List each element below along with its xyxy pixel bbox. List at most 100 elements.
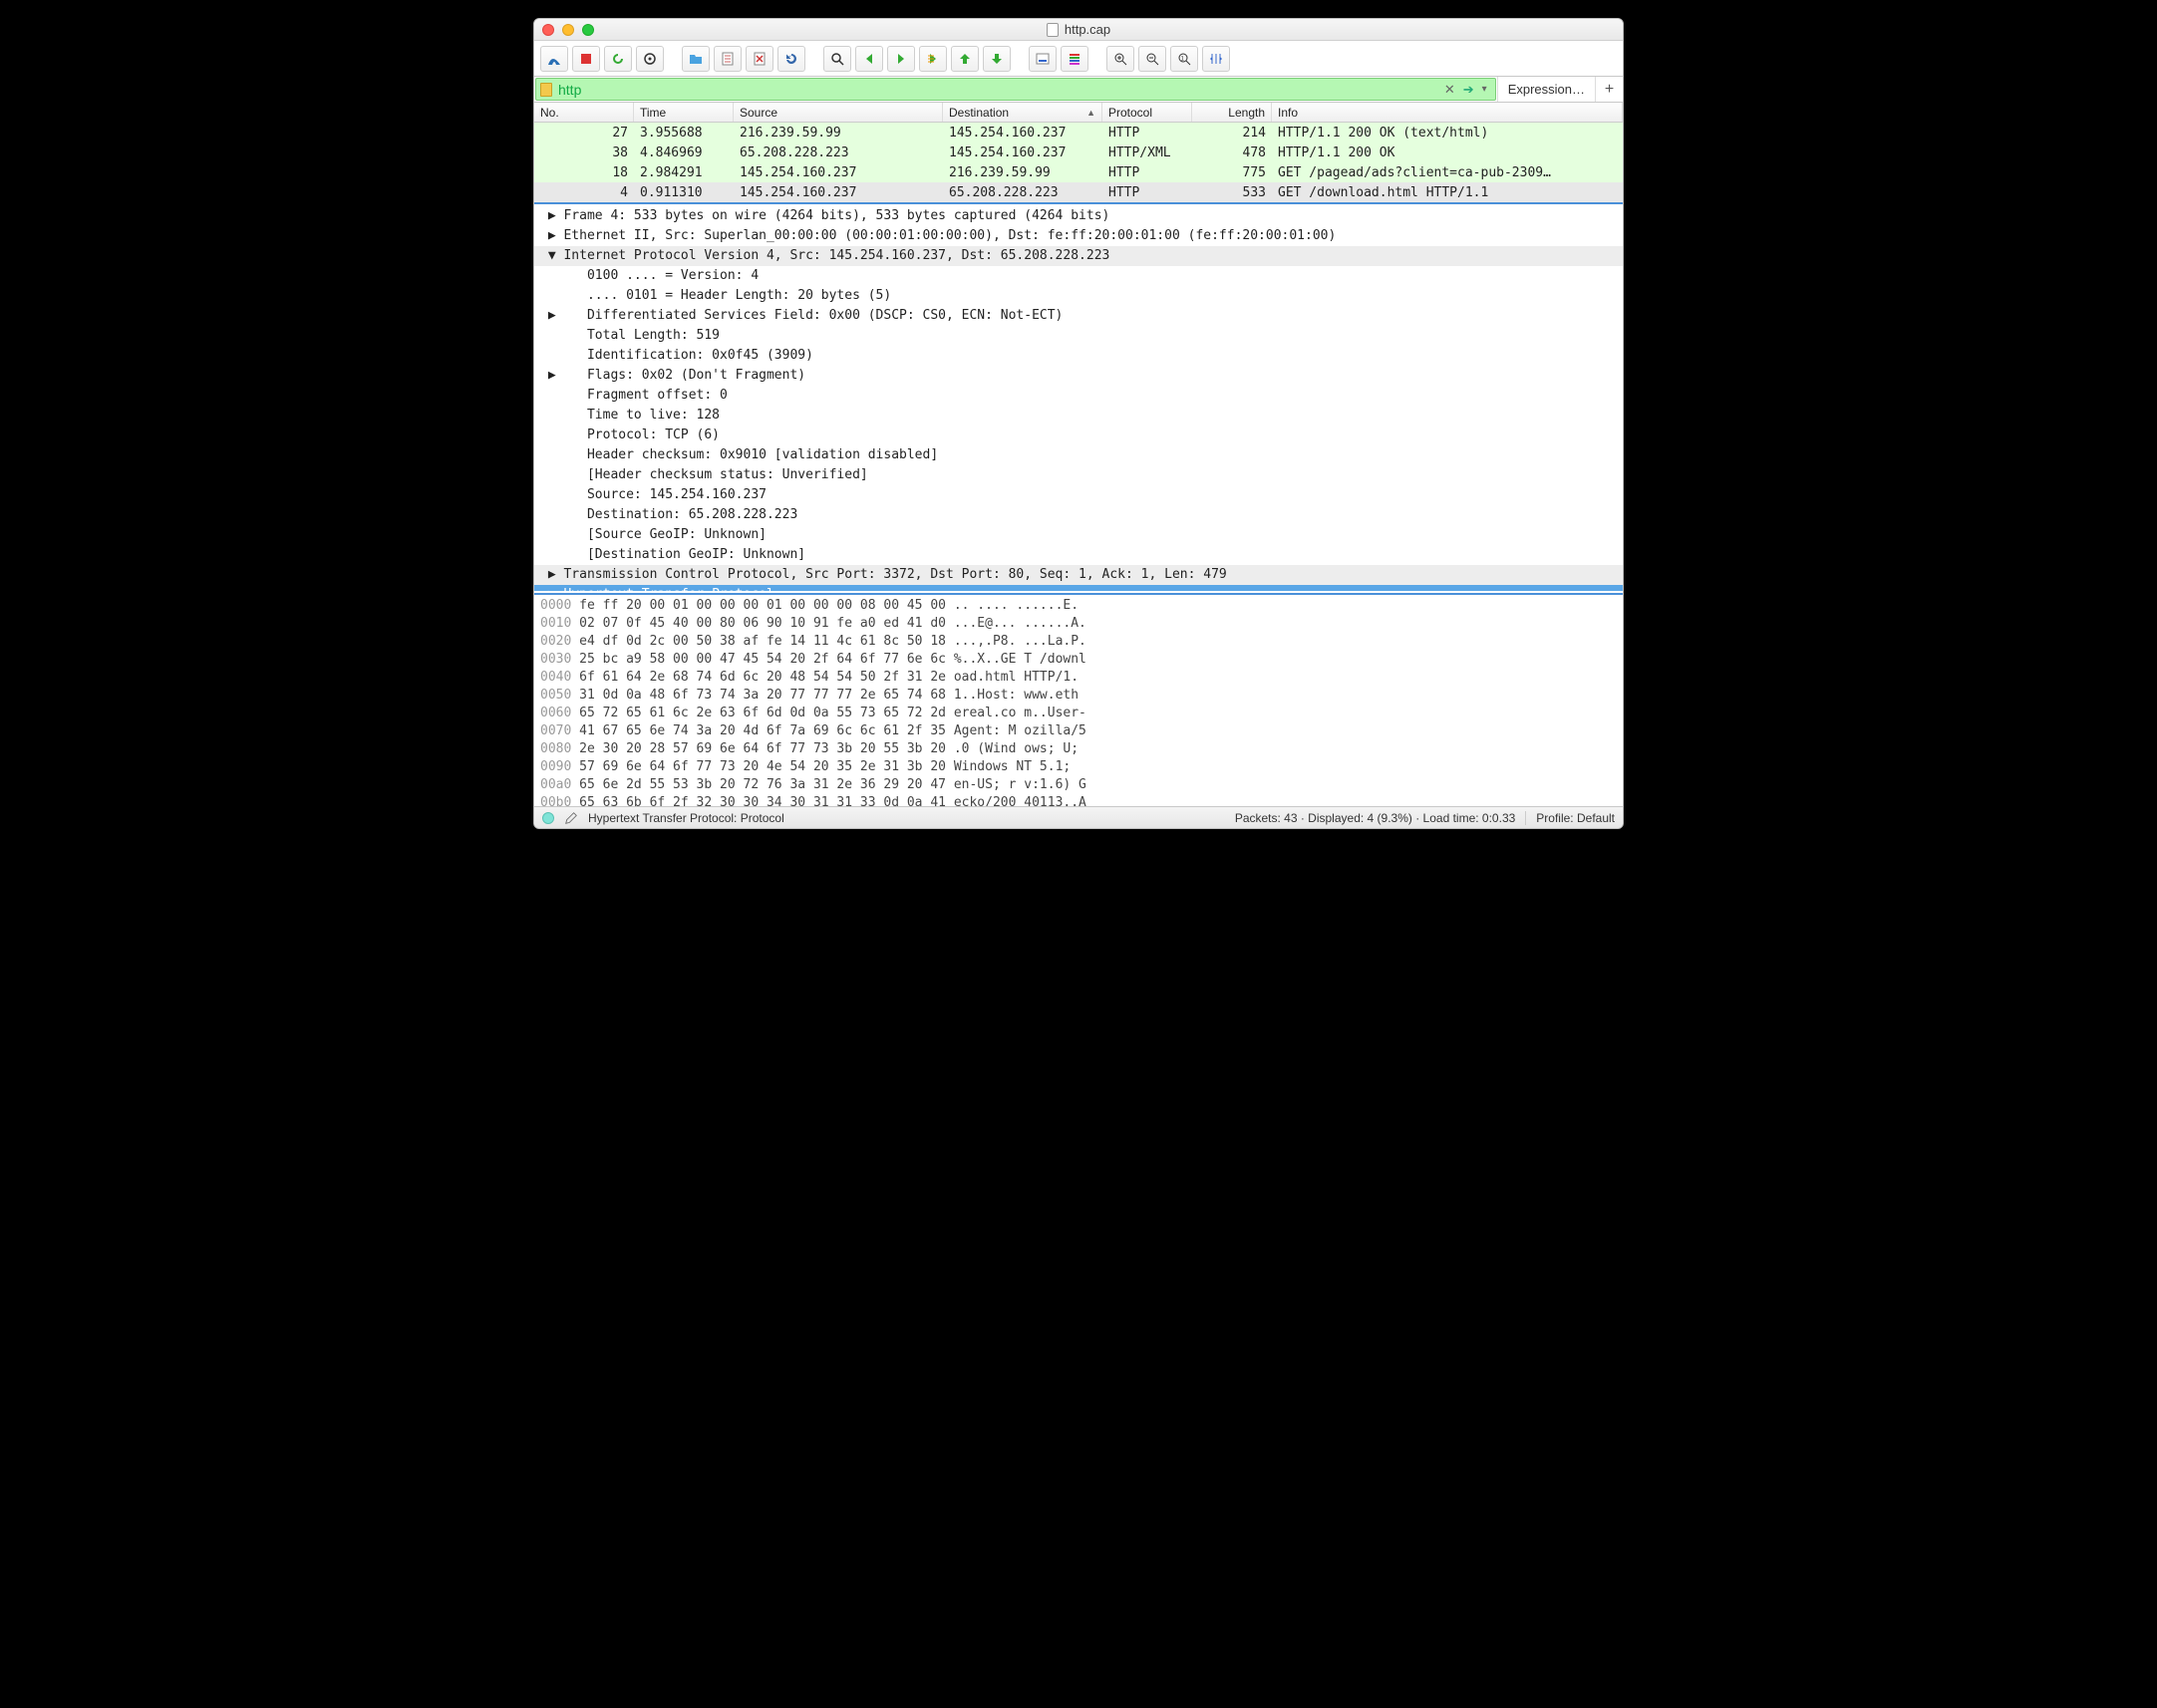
detail-row[interactable]: Identification: 0x0f45 (3909) <box>534 346 1623 366</box>
zoom-in-button[interactable] <box>1106 46 1134 72</box>
recent-filters-icon[interactable]: ▾ <box>1478 84 1491 95</box>
add-filter-button[interactable]: + <box>1595 77 1623 102</box>
auto-scroll-button[interactable] <box>1029 46 1057 72</box>
detail-row[interactable]: [Source GeoIP: Unknown] <box>534 525 1623 545</box>
packet-row[interactable]: 40.911310145.254.160.23765.208.228.223HT… <box>534 182 1623 202</box>
cell-info: GET /download.html HTTP/1.1 <box>1272 185 1623 200</box>
expression-button[interactable]: Expression… <box>1497 77 1595 102</box>
save-file-button[interactable] <box>714 46 742 72</box>
detail-row[interactable]: ▶ Hypertext Transfer Protocol <box>534 585 1623 591</box>
cell-source: 145.254.160.237 <box>734 185 943 200</box>
document-icon <box>1047 23 1059 37</box>
detail-row[interactable]: ▶ Differentiated Services Field: 0x00 (D… <box>534 306 1623 326</box>
bytes-row[interactable]: 0090 57 69 6e 64 6f 77 73 20 4e 54 20 35… <box>540 758 1617 776</box>
cell-destination: 145.254.160.237 <box>943 145 1102 160</box>
bytes-row[interactable]: 0050 31 0d 0a 48 6f 73 74 3a 20 77 77 77… <box>540 687 1617 705</box>
column-protocol[interactable]: Protocol <box>1102 103 1192 122</box>
cell-no: 27 <box>534 126 634 141</box>
wireshark-window: http.cap 1 ✕ ➔ ▾ <box>533 18 1624 829</box>
detail-row[interactable]: Fragment offset: 0 <box>534 386 1623 406</box>
stop-capture-button[interactable] <box>572 46 600 72</box>
packet-row[interactable]: 182.984291145.254.160.237216.239.59.99HT… <box>534 162 1623 182</box>
column-info[interactable]: Info <box>1272 103 1623 122</box>
detail-row[interactable]: [Header checksum status: Unverified] <box>534 465 1623 485</box>
cell-protocol: HTTP <box>1102 185 1192 200</box>
cell-time: 0.911310 <box>634 185 734 200</box>
go-next-button[interactable] <box>887 46 915 72</box>
find-button[interactable] <box>823 46 851 72</box>
detail-row[interactable]: Time to live: 128 <box>534 406 1623 426</box>
packet-bytes-pane[interactable]: 0000 fe ff 20 00 01 00 00 00 01 00 00 00… <box>534 593 1623 806</box>
zoom-out-button[interactable] <box>1138 46 1166 72</box>
shark-fin-icon[interactable] <box>540 46 568 72</box>
column-no[interactable]: No. <box>534 103 634 122</box>
bytes-row[interactable]: 0020 e4 df 0d 2c 00 50 38 af fe 14 11 4c… <box>540 633 1617 651</box>
main-toolbar: 1 <box>534 41 1623 77</box>
detail-row[interactable]: Source: 145.254.160.237 <box>534 485 1623 505</box>
cell-length: 478 <box>1192 145 1272 160</box>
go-first-button[interactable] <box>951 46 979 72</box>
restart-capture-button[interactable] <box>604 46 632 72</box>
window-title-text: http.cap <box>1065 22 1110 37</box>
bookmark-icon[interactable] <box>540 83 552 97</box>
window-title: http.cap <box>534 22 1623 37</box>
column-length[interactable]: Length <box>1192 103 1272 122</box>
column-time[interactable]: Time <box>634 103 734 122</box>
cell-info: GET /pagead/ads?client=ca-pub-2309… <box>1272 165 1623 180</box>
status-right-text: Packets: 43 · Displayed: 4 (9.3%) · Load… <box>1235 811 1515 825</box>
traffic-lights <box>534 24 594 36</box>
cell-length: 214 <box>1192 126 1272 141</box>
expert-info-icon[interactable] <box>542 812 554 824</box>
detail-row[interactable]: .... 0101 = Header Length: 20 bytes (5) <box>534 286 1623 306</box>
go-last-button[interactable] <box>983 46 1011 72</box>
go-previous-button[interactable] <box>855 46 883 72</box>
cell-protocol: HTTP/XML <box>1102 145 1192 160</box>
cell-source: 65.208.228.223 <box>734 145 943 160</box>
detail-row[interactable]: ▶ Ethernet II, Src: Superlan_00:00:00 (0… <box>534 226 1623 246</box>
close-file-button[interactable] <box>746 46 773 72</box>
capture-options-button[interactable] <box>636 46 664 72</box>
detail-row[interactable]: 0100 .... = Version: 4 <box>534 266 1623 286</box>
go-to-packet-button[interactable] <box>919 46 947 72</box>
column-destination[interactable]: Destination▲ <box>943 103 1102 122</box>
packet-row[interactable]: 273.955688216.239.59.99145.254.160.237HT… <box>534 123 1623 142</box>
zoom-window-button[interactable] <box>582 24 594 36</box>
resize-columns-button[interactable] <box>1202 46 1230 72</box>
column-source[interactable]: Source <box>734 103 943 122</box>
bytes-row[interactable]: 0010 02 07 0f 45 40 00 80 06 90 10 91 fe… <box>540 615 1617 633</box>
zoom-reset-button[interactable]: 1 <box>1170 46 1198 72</box>
bytes-row[interactable]: 0030 25 bc a9 58 00 00 47 45 54 20 2f 64… <box>540 651 1617 669</box>
detail-row[interactable]: Destination: 65.208.228.223 <box>534 505 1623 525</box>
clear-filter-icon[interactable]: ✕ <box>1440 82 1459 98</box>
packet-row[interactable]: 384.84696965.208.228.223145.254.160.237H… <box>534 142 1623 162</box>
close-window-button[interactable] <box>542 24 554 36</box>
packet-list-header: No. Time Source Destination▲ Protocol Le… <box>534 103 1623 123</box>
open-file-button[interactable] <box>682 46 710 72</box>
detail-row[interactable]: Protocol: TCP (6) <box>534 426 1623 445</box>
reload-file-button[interactable] <box>777 46 805 72</box>
detail-row[interactable]: ▶ Flags: 0x02 (Don't Fragment) <box>534 366 1623 386</box>
display-filter-input[interactable] <box>558 82 1440 98</box>
detail-row[interactable]: Total Length: 519 <box>534 326 1623 346</box>
cell-no: 18 <box>534 165 634 180</box>
detail-row[interactable]: Header checksum: 0x9010 [validation disa… <box>534 445 1623 465</box>
bytes-row[interactable]: 0070 41 67 65 6e 74 3a 20 4d 6f 7a 69 6c… <box>540 722 1617 740</box>
minimize-window-button[interactable] <box>562 24 574 36</box>
packet-details-pane[interactable]: ▶ Frame 4: 533 bytes on wire (4264 bits)… <box>534 202 1623 593</box>
profile-label[interactable]: Profile: Default <box>1525 811 1615 825</box>
bytes-row[interactable]: 0040 6f 61 64 2e 68 74 6d 6c 20 48 54 54… <box>540 669 1617 687</box>
apply-filter-icon[interactable]: ➔ <box>1459 82 1478 98</box>
detail-row[interactable]: [Destination GeoIP: Unknown] <box>534 545 1623 565</box>
detail-row[interactable]: ▼ Internet Protocol Version 4, Src: 145.… <box>534 246 1623 266</box>
colorize-button[interactable] <box>1061 46 1088 72</box>
detail-row[interactable]: ▶ Frame 4: 533 bytes on wire (4264 bits)… <box>534 206 1623 226</box>
cell-protocol: HTTP <box>1102 165 1192 180</box>
bytes-row[interactable]: 00a0 65 6e 2d 55 53 3b 20 72 76 3a 31 2e… <box>540 776 1617 794</box>
bytes-row[interactable]: 0060 65 72 65 61 6c 2e 63 6f 6d 0d 0a 55… <box>540 705 1617 722</box>
detail-row[interactable]: ▶ Transmission Control Protocol, Src Por… <box>534 565 1623 585</box>
bytes-row[interactable]: 00b0 65 63 6b 6f 2f 32 30 30 34 30 31 31… <box>540 794 1617 806</box>
titlebar: http.cap <box>534 19 1623 41</box>
bytes-row[interactable]: 0000 fe ff 20 00 01 00 00 00 01 00 00 00… <box>540 597 1617 615</box>
bytes-row[interactable]: 0080 2e 30 20 28 57 69 6e 64 6f 77 73 3b… <box>540 740 1617 758</box>
edit-icon[interactable] <box>564 811 578 825</box>
